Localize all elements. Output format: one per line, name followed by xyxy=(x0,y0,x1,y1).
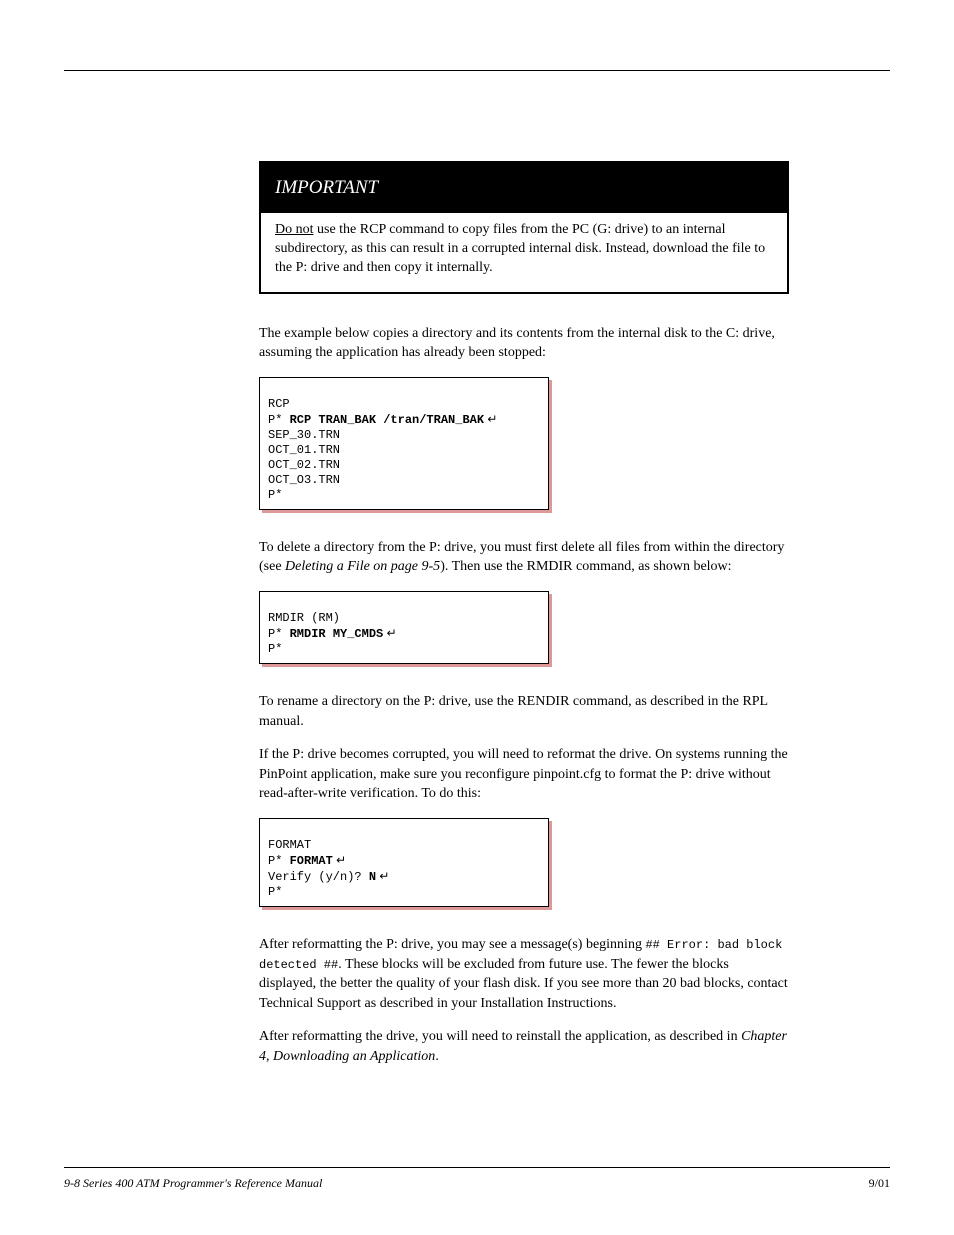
code-line: RCP xyxy=(268,397,540,412)
code-line: SEP_30.TRN xyxy=(268,428,540,443)
paragraph-3: To rename a directory on the P: drive, u… xyxy=(259,692,789,731)
code-line: RMDIR (RM) xyxy=(268,611,540,626)
code-line: P* xyxy=(268,488,540,503)
code-box: RCPP* RCP TRAN_BAK /tran/TRAN_BAK ↵SEP_3… xyxy=(259,377,549,510)
code-block-rcp: RCPP* RCP TRAN_BAK /tran/TRAN_BAK ↵SEP_3… xyxy=(259,377,789,510)
code-line: P* FORMAT ↵ xyxy=(268,853,540,869)
paragraph-1: The example below copies a directory and… xyxy=(259,324,789,363)
footer-left: 9-8 Series 400 ATM Programmer's Referenc… xyxy=(64,1176,322,1191)
code-box: RMDIR (RM)P* RMDIR MY_CMDS ↵P* xyxy=(259,591,549,664)
cross-ref: Deleting a File on page 9-5 xyxy=(285,559,440,574)
warning-text: use the RCP command to copy files from t… xyxy=(275,222,765,275)
page-footer: 9-8 Series 400 ATM Programmer's Referenc… xyxy=(64,1167,890,1191)
warning-underline: Do not xyxy=(275,222,314,237)
paragraph-4: If the P: drive becomes corrupted, you w… xyxy=(259,745,789,804)
code-line: P* RCP TRAN_BAK /tran/TRAN_BAK ↵ xyxy=(268,412,540,428)
code-line: P* xyxy=(268,642,540,657)
code-line: OCT_01.TRN xyxy=(268,443,540,458)
top-rule xyxy=(64,70,890,71)
main-column: IMPORTANT Do not use the RCP command to … xyxy=(259,161,789,1067)
code-line: P* RMDIR MY_CMDS ↵ xyxy=(268,626,540,642)
footer-right: 9/01 xyxy=(869,1176,890,1191)
code-line: FORMAT xyxy=(268,838,540,853)
paragraph-5: After reformatting the P: drive, you may… xyxy=(259,935,789,1013)
warning-body: Do not use the RCP command to copy files… xyxy=(261,213,787,292)
code-line: OCT_O3.TRN xyxy=(268,473,540,488)
paragraph-2: To delete a directory from the P: drive,… xyxy=(259,538,789,577)
code-line: Verify (y/n)? N ↵ xyxy=(268,869,540,885)
code-block-rmdir: RMDIR (RM)P* RMDIR MY_CMDS ↵P* xyxy=(259,591,789,664)
code-block-format: FORMATP* FORMAT ↵Verify (y/n)? N ↵P* xyxy=(259,818,789,907)
code-line: P* xyxy=(268,885,540,900)
paragraph-6: After reformatting the drive, you will n… xyxy=(259,1027,789,1066)
warning-title: IMPORTANT xyxy=(261,163,787,213)
page-content: IMPORTANT Do not use the RCP command to … xyxy=(0,0,954,1121)
warning-box: IMPORTANT Do not use the RCP command to … xyxy=(259,161,789,294)
code-line: OCT_02.TRN xyxy=(268,458,540,473)
code-box: FORMATP* FORMAT ↵Verify (y/n)? N ↵P* xyxy=(259,818,549,907)
